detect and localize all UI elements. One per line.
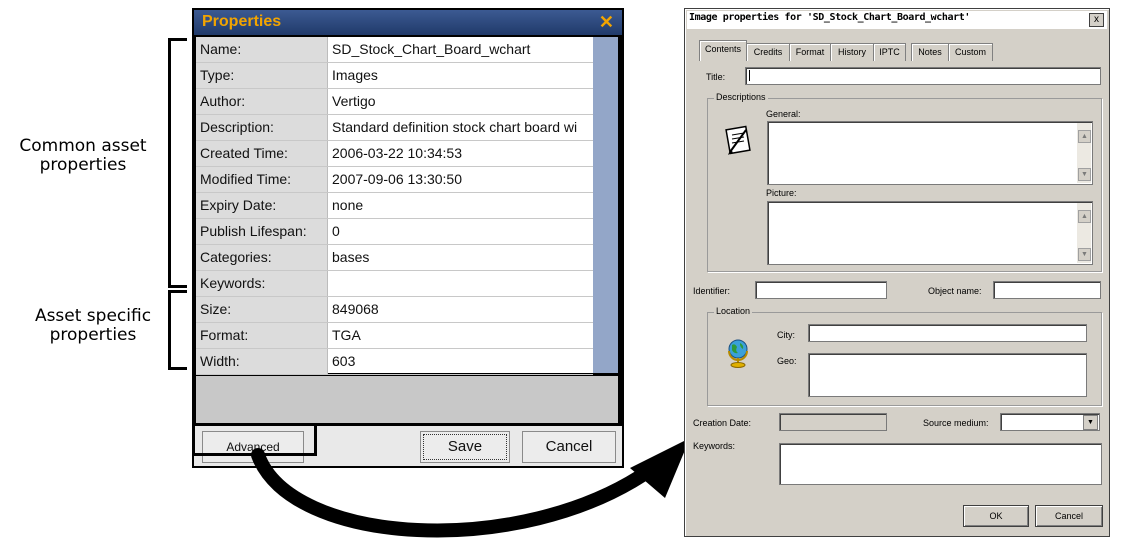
image-properties-dialog: Image properties for 'SD_Stock_Chart_Boa… (684, 8, 1110, 537)
ok-button[interactable]: OK (963, 505, 1029, 527)
tab-history[interactable]: History (830, 43, 874, 61)
general-scrollbar[interactable]: ▲ ▼ (1077, 123, 1091, 183)
dialog-close-button[interactable]: x (1089, 13, 1104, 27)
source-medium-label: Source medium: (923, 418, 989, 428)
source-medium-select[interactable]: ▼ (1000, 413, 1100, 431)
title-field[interactable] (745, 67, 1101, 85)
location-label: Location (714, 306, 753, 316)
descriptions-group: Descriptions General: ▲ ▼ Picture: ▲ ▼ (707, 92, 1102, 272)
city-label: City: (777, 330, 795, 340)
tab-credits[interactable]: Credits (746, 43, 790, 61)
notepad-icon (725, 125, 751, 155)
dropdown-arrow-icon[interactable]: ▼ (1083, 415, 1098, 430)
tab-iptc[interactable]: IPTC (873, 43, 906, 61)
dialog-title: Image properties for 'SD_Stock_Chart_Boa… (689, 12, 971, 23)
geo-label: Geo: (777, 356, 797, 366)
title-label: Title: (706, 72, 726, 82)
object-name-label: Object name: (928, 286, 982, 296)
tab-format[interactable]: Format (789, 43, 831, 61)
dialog-title-bar: Image properties for 'SD_Stock_Chart_Boa… (687, 11, 1107, 29)
picture-textarea[interactable]: ▲ ▼ (767, 201, 1093, 265)
scroll-up-icon[interactable]: ▲ (1078, 130, 1091, 143)
keywords-field[interactable] (779, 443, 1102, 485)
dialog-cancel-button[interactable]: Cancel (1035, 505, 1103, 527)
creation-date-label: Creation Date: (693, 418, 752, 428)
keywords-label: Keywords: (693, 441, 736, 451)
picture-label: Picture: (766, 188, 797, 198)
scroll-up-icon[interactable]: ▲ (1078, 210, 1091, 223)
close-icon: x (1094, 14, 1099, 25)
tab-contents[interactable]: Contents (699, 40, 747, 61)
picture-scrollbar[interactable]: ▲ ▼ (1077, 203, 1091, 263)
descriptions-label: Descriptions (714, 92, 768, 102)
scroll-down-icon[interactable]: ▼ (1078, 168, 1091, 181)
object-name-field[interactable] (993, 281, 1101, 299)
scroll-down-icon[interactable]: ▼ (1078, 248, 1091, 261)
general-label: General: (766, 109, 801, 119)
text-cursor (749, 70, 750, 81)
geo-field[interactable] (808, 353, 1087, 397)
location-group: Location City: Geo: (707, 306, 1102, 406)
tab-custom[interactable]: Custom (948, 43, 993, 61)
globe-icon (728, 339, 748, 368)
general-textarea[interactable]: ▲ ▼ (767, 121, 1093, 185)
tab-notes[interactable]: Notes (911, 43, 949, 61)
city-field[interactable] (808, 324, 1087, 342)
identifier-label: Identifier: (693, 286, 731, 296)
creation-date-field[interactable] (779, 413, 887, 431)
identifier-field[interactable] (755, 281, 887, 299)
